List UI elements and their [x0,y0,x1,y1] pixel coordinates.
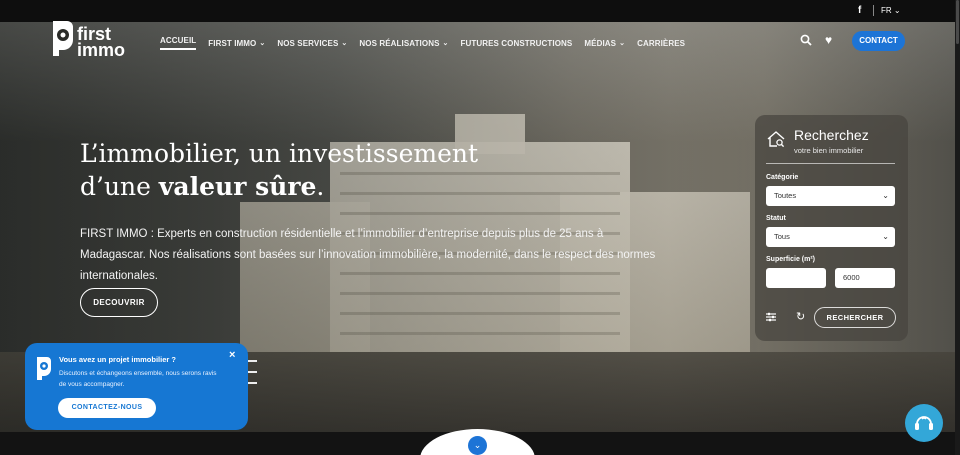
logo-text-immo: immo [77,40,126,60]
chevron-down-icon: ⌄ [473,440,482,450]
main-nav: ACCUEIL FIRST IMMO ⌄ NOS SERVICES ⌄ NOS RÉ… [160,36,685,50]
category-select[interactable]: Toutes ⌄ [766,186,895,206]
close-icon[interactable]: × [229,349,235,361]
chat-support-icon [915,416,933,430]
chevron-down-icon: ⌄ [882,232,889,241]
area-max-input[interactable]: 6000 [835,268,895,288]
language-label: FR [881,6,892,15]
promo-text: Discutons et échangeons ensemble, nous s… [59,370,217,388]
headline-emphasis: valeur sûre [158,172,317,201]
search-submit-button[interactable]: RECHERCHER [814,307,896,328]
chevron-down-icon: ⌄ [259,40,266,47]
chevron-down-icon: ⌄ [442,40,449,47]
headline-line-2: d’une valeur sûre. [80,172,325,201]
nav-item-medias[interactable]: MÉDIAS ⌄ [584,36,625,50]
divider [766,163,895,164]
language-selector[interactable]: FR ⌄ [881,6,901,15]
headline-line-1: L’immobilier, un investissement [80,139,479,168]
hero-headline: L’immobilier, un investissement d’une va… [80,137,550,203]
scrollbar-thumb[interactable] [956,0,959,44]
chevron-down-icon: ⌄ [619,40,626,47]
nav-item-nos-realisations[interactable]: NOS RÉALISATIONS ⌄ [359,36,448,50]
divider [873,5,874,16]
chat-button[interactable] [905,404,943,442]
logo-mark-icon [53,21,73,56]
hero-description: FIRST IMMO : Experts en construction rés… [80,228,656,282]
nav-item-carrieres[interactable]: CARRIÈRES [637,36,685,50]
filters-icon[interactable] [766,312,776,322]
search-subtitle: votre bien immobilier [794,146,864,155]
area-label: Superficie (m²) [766,256,816,263]
promo-title: Vous avez un projet immobilier ? [59,355,176,364]
house-search-icon [767,131,785,148]
scrollbar[interactable] [955,0,960,455]
contact-button[interactable]: CONTACT [852,31,905,51]
chevron-down-icon: ⌄ [341,40,348,47]
nav-item-accueil[interactable]: ACCUEIL [160,36,197,50]
search-icon[interactable] [800,34,812,46]
reset-icon[interactable]: ↻ [796,310,805,323]
bottom-strip: ⌄ [0,429,955,455]
project-promo-popup: Vous avez un projet immobilier ? Discuto… [25,343,248,430]
search-title: Recherchez [794,127,869,143]
category-label: Catégorie [766,174,799,181]
nav-item-nos-services[interactable]: NOS SERVICES ⌄ [277,36,347,50]
nav-item-first-immo[interactable]: FIRST IMMO ⌄ [208,36,265,50]
facebook-icon[interactable]: f [858,5,861,16]
top-bar: f FR ⌄ [0,0,960,22]
property-search-panel: Recherchez votre bien immobilier Catégor… [755,115,908,341]
logo-mark-icon [37,357,51,380]
heart-icon[interactable]: ♥ [825,34,837,46]
chevron-down-icon: ⌄ [882,191,889,200]
contact-us-button[interactable]: CONTACTEZ-NOUS [58,398,156,418]
chevron-down-icon: ⌄ [893,6,901,15]
nav-item-futures-constructions[interactable]: FUTURES CONSTRUCTIONS [460,36,572,50]
status-label: Statut [766,215,786,222]
status-select[interactable]: Tous ⌄ [766,227,895,247]
scroll-down-button[interactable]: ⌄ [468,436,487,455]
logo[interactable]: first immo [49,18,129,60]
area-min-input[interactable] [766,268,826,288]
discover-button[interactable]: DECOUVRIR [80,288,158,317]
